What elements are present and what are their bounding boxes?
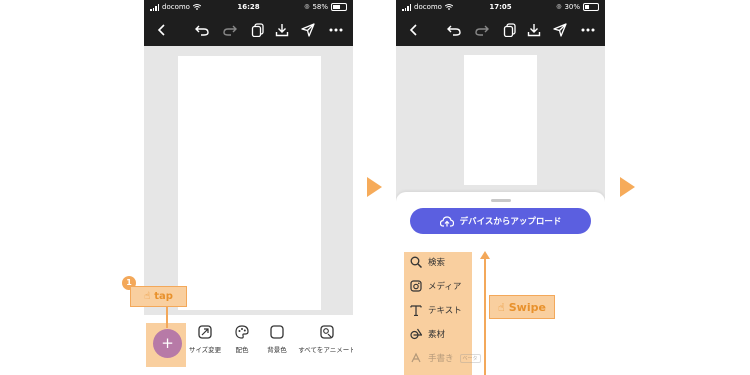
menu-item-elements[interactable]: 素材 (410, 328, 445, 340)
cloud-upload-icon (439, 215, 454, 227)
battery-icon (583, 3, 599, 11)
next-step-arrow-2 (620, 177, 635, 197)
undo-icon[interactable] (192, 20, 212, 40)
menu-label: 素材 (428, 330, 446, 340)
lock-icon: ◎ (304, 3, 310, 10)
square-icon (270, 325, 284, 339)
download-icon[interactable] (524, 20, 544, 40)
status-bar: docomo 16:28 ◎ 58% (144, 0, 353, 14)
editor-toolbar (396, 14, 605, 46)
upload-label: デバイスからアップロード (459, 217, 562, 227)
menu-item-media[interactable]: メディア (410, 280, 461, 292)
drag-handle[interactable] (491, 199, 511, 202)
redo-icon[interactable] (472, 20, 492, 40)
battery-percent: 30% (564, 3, 580, 11)
menu-label: 手書き (428, 354, 454, 364)
menu-item-draw[interactable]: 手書き ベータ (410, 352, 481, 364)
upload-from-device-button[interactable]: デバイスからアップロード (410, 208, 591, 234)
beta-badge: ベータ (459, 353, 481, 363)
tap-connector (166, 306, 168, 328)
add-button[interactable]: + (153, 329, 182, 358)
menu-label: テキスト (428, 306, 462, 316)
design-canvas[interactable] (178, 56, 321, 310)
back-icon[interactable] (404, 20, 424, 40)
share-icon[interactable] (298, 20, 318, 40)
animate-all-label: すべてをアニメート (298, 346, 353, 354)
swipe-label: ☝ Swipe (489, 295, 555, 319)
media-icon (410, 280, 422, 292)
text-icon (410, 305, 422, 316)
color-scheme-label: 配色 (235, 346, 249, 354)
swipe-arrow-head (480, 251, 490, 259)
back-icon[interactable] (152, 20, 172, 40)
more-icon[interactable] (578, 20, 598, 40)
editor-toolbar (144, 14, 353, 46)
status-bar: docomo 17:05 ◎ 30% (396, 0, 605, 14)
menu-item-text[interactable]: テキスト (410, 304, 462, 316)
swipe-arrow-line (484, 258, 486, 375)
lock-icon: ◎ (556, 3, 562, 10)
menu-label: メディア (428, 282, 462, 292)
menu-item-search[interactable]: 検索 (410, 256, 445, 268)
pages-icon[interactable] (248, 20, 268, 40)
next-step-arrow (367, 177, 382, 197)
animate-icon (320, 325, 334, 339)
download-icon[interactable] (272, 20, 292, 40)
animate-all-button[interactable]: すべてをアニメート (297, 325, 353, 354)
resize-icon (198, 325, 212, 339)
left-phone-screen: docomo 16:28 ◎ 58% サイズ変更 配色 背景色 すべてをアニメート (144, 0, 353, 375)
share-icon[interactable] (550, 20, 570, 40)
redo-icon[interactable] (220, 20, 240, 40)
menu-label: 検索 (428, 258, 446, 268)
tap-label: ☝ tap (130, 286, 187, 307)
hand-pointer-icon: ☝ (498, 300, 505, 314)
background-color-label: 背景色 (267, 346, 287, 354)
elements-panel: デバイスからアップロード 検索 メディア テキスト 素材 手書き ベータ (396, 192, 605, 375)
plus-icon: + (161, 334, 174, 352)
shapes-icon (410, 328, 422, 340)
draw-icon (411, 352, 421, 363)
battery-percent: 58% (312, 3, 328, 11)
more-icon[interactable] (326, 20, 346, 40)
hand-pointer-icon: ☝ (144, 291, 151, 302)
battery-icon (331, 3, 347, 11)
palette-icon (235, 325, 249, 339)
undo-icon[interactable] (444, 20, 464, 40)
design-canvas[interactable] (464, 55, 537, 185)
pages-icon[interactable] (500, 20, 520, 40)
search-icon (410, 256, 422, 268)
